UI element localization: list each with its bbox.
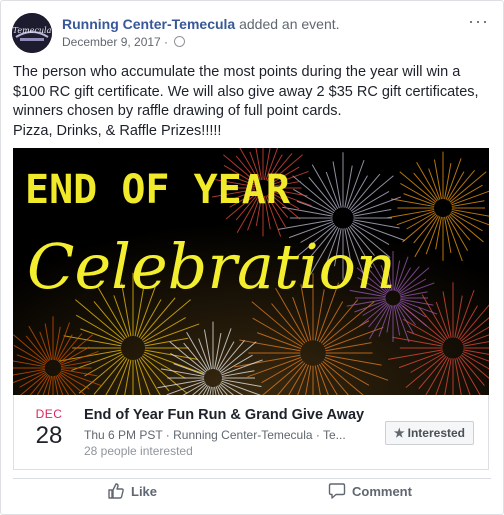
body-line: The person who accumulate the most point… [13, 64, 461, 80]
event-day: 28 [35, 422, 63, 449]
post-card: Temecula Running Center-Temecula added a… [0, 0, 504, 515]
star-icon: ★ [393, 426, 405, 440]
page-avatar[interactable]: Temecula [12, 13, 52, 53]
author-line: Running Center-Temecula added an event. [62, 16, 340, 32]
comment-icon [328, 483, 346, 499]
post-meta: December 9, 2017 · [62, 35, 186, 49]
fireworks-image: END OF YEAR Celebration [13, 148, 489, 395]
event-month: DEC [35, 407, 63, 421]
like-button[interactable]: Like [107, 481, 157, 503]
action-divider [13, 478, 491, 479]
event-title[interactable]: End of Year Fun Run & Grand Give Away [84, 407, 364, 423]
event-interested-count: 28 people interested [84, 444, 193, 458]
body-line: $100 RC gift certificate. We will also g… [13, 83, 479, 100]
event-cover-image[interactable]: END OF YEAR Celebration [13, 148, 489, 395]
event-date: DEC 28 [24, 407, 74, 450]
interested-button[interactable]: ★ Interested [384, 421, 474, 445]
avatar-text: Temecula [13, 26, 52, 35]
post-date[interactable]: December 9, 2017 · [62, 35, 171, 49]
event-card[interactable]: DEC 28 End of Year Fun Run & Grand Give … [13, 395, 489, 470]
thumbs-up-icon [108, 483, 124, 499]
body-line: Pizza, Drinks, & Raffle Prizes!!!!! [13, 122, 222, 139]
like-label: Like [131, 484, 158, 499]
cover-title-line1: END OF YEAR [25, 167, 291, 213]
action-text: added an event. [239, 16, 340, 32]
comment-label: Comment [352, 484, 412, 499]
interested-label: Interested [407, 426, 465, 440]
author-link[interactable]: Running Center-Temecula [62, 16, 235, 32]
avatar-logo-icon: Temecula [12, 13, 52, 53]
post-body: The person who accumulate the most point… [13, 63, 495, 141]
comment-button[interactable]: Comment [328, 481, 412, 503]
body-line: winners chosen by raffle drawing of full… [13, 103, 342, 119]
post-header: Temecula Running Center-Temecula added a… [12, 11, 491, 55]
event-subtitle: Thu 6 PM PST · Running Center-Temecula ·… [84, 428, 346, 442]
globe-icon [174, 36, 186, 47]
more-options-icon[interactable]: ··· [468, 11, 489, 32]
cover-title-line2: Celebration [27, 230, 396, 303]
